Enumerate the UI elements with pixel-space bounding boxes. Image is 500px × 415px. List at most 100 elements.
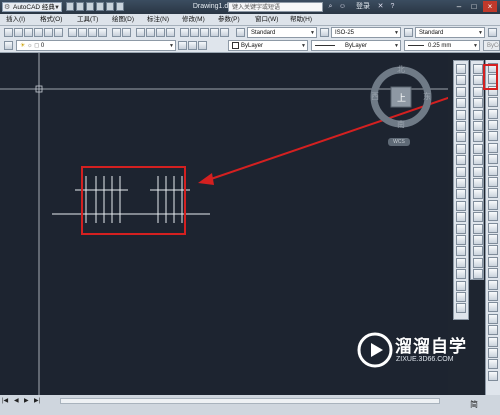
layer-previous-icon[interactable] (188, 41, 197, 50)
move-icon[interactable] (456, 121, 466, 131)
exchange-icon[interactable]: ✕ (376, 2, 385, 11)
menu-format[interactable]: 格式(O) (40, 14, 62, 25)
erase-icon[interactable] (456, 64, 466, 74)
join-icon[interactable] (456, 212, 466, 223)
tool-9-icon[interactable] (488, 154, 498, 165)
offset-icon[interactable] (456, 98, 466, 109)
workspace-switcher[interactable]: ⚙ AutoCAD 经典 ▼ (2, 2, 62, 12)
new-icon[interactable] (66, 2, 74, 11)
horizontal-scrollbar[interactable] (60, 398, 440, 404)
menu-parametric[interactable]: 参数(P) (218, 14, 240, 25)
help-icon[interactable] (220, 28, 229, 37)
polygon-icon[interactable] (473, 98, 483, 109)
viewcube-top-label[interactable]: 上 (397, 91, 406, 104)
make-block-icon[interactable] (473, 200, 483, 211)
rotate-icon[interactable] (456, 132, 466, 143)
save-icon[interactable] (24, 28, 33, 37)
design-center-icon[interactable] (190, 28, 199, 37)
cut-icon[interactable] (68, 28, 77, 37)
ellipse-arc-icon[interactable] (473, 178, 483, 188)
tool-14-icon[interactable] (488, 211, 498, 222)
tool-19-icon[interactable] (488, 268, 498, 279)
multiline-text-icon[interactable] (473, 269, 483, 280)
tool-23-icon[interactable] (488, 313, 498, 324)
layer-states-icon[interactable] (198, 41, 207, 50)
tool-6-icon[interactable] (488, 120, 498, 130)
menu-dimension[interactable]: 标注(N) (147, 14, 169, 25)
text-style-select[interactable]: Standard ▼ (247, 27, 317, 38)
tool-22-icon[interactable] (488, 302, 498, 313)
fillet-icon[interactable] (456, 235, 466, 245)
tool-10-icon[interactable] (488, 165, 498, 176)
maximize-button[interactable]: □ (467, 1, 481, 12)
nav-first-icon[interactable]: |◀ (2, 397, 8, 406)
lengthen-icon[interactable] (456, 257, 466, 268)
revision-cloud-icon[interactable] (473, 143, 483, 154)
paste-icon[interactable] (88, 28, 97, 37)
tool-17-icon[interactable] (488, 245, 498, 256)
search-icon[interactable]: ⌕ (326, 2, 335, 11)
properties-icon[interactable] (180, 28, 189, 37)
dim-style-icon[interactable] (320, 28, 329, 37)
wcs-menu[interactable]: WCS (388, 138, 410, 146)
line-icon[interactable] (473, 64, 483, 74)
menu-tools[interactable]: 工具(T) (77, 14, 98, 25)
linetype-select[interactable]: ByLayer ▼ (311, 40, 401, 51)
nav-prev-icon[interactable]: ◀ (14, 397, 19, 406)
zoom-window-icon[interactable] (156, 28, 165, 37)
rectangle-icon[interactable] (473, 109, 483, 120)
close-button[interactable]: × (483, 1, 497, 12)
dim-style-select[interactable]: ISO-25 ▼ (331, 27, 401, 38)
blend-icon[interactable] (456, 280, 466, 291)
tool-21-icon[interactable] (488, 291, 498, 301)
pan-icon[interactable] (136, 28, 145, 37)
trim-icon[interactable] (456, 166, 466, 177)
undo-icon[interactable] (96, 2, 104, 11)
pedit-icon[interactable] (456, 292, 466, 302)
array-icon[interactable] (456, 109, 466, 120)
plot-style-select[interactable]: ByCo (483, 40, 500, 51)
zoom-previous-icon[interactable] (166, 28, 175, 37)
ellipse-icon[interactable] (473, 166, 483, 177)
break-at-point-icon[interactable] (456, 189, 466, 200)
tool-7-icon[interactable] (488, 131, 498, 142)
redo-icon[interactable] (106, 2, 114, 11)
multileader-style-icon[interactable] (488, 28, 497, 37)
input-language-indicator[interactable]: 简 (470, 399, 478, 410)
user-icon[interactable]: ☺ (338, 2, 347, 11)
viewcube-south[interactable]: 南 (397, 119, 405, 130)
tool-5-icon[interactable] (488, 108, 498, 119)
layer-properties-icon[interactable] (4, 41, 13, 50)
table-style-select[interactable]: Standard ▼ (415, 27, 485, 38)
sheet-set-icon[interactable] (210, 28, 219, 37)
tool-4-icon[interactable] (488, 97, 498, 108)
tool-11-icon[interactable] (488, 177, 498, 187)
circle-icon[interactable] (473, 132, 483, 143)
menu-window[interactable]: 窗口(W) (255, 14, 278, 25)
polyline-icon[interactable] (473, 86, 483, 97)
lineweight-select[interactable]: 0.25 mm ▼ (404, 40, 480, 51)
minimize-button[interactable]: – (452, 1, 466, 12)
stretch-icon[interactable] (456, 155, 466, 166)
viewcube-west[interactable]: 西 (371, 91, 379, 102)
break-icon[interactable] (456, 200, 466, 211)
point-icon[interactable] (473, 212, 483, 223)
copy-icon[interactable] (456, 75, 466, 86)
arc-icon[interactable] (473, 121, 483, 131)
undo-icon[interactable] (112, 28, 121, 37)
viewcube-north[interactable]: 北 (397, 64, 405, 75)
mirror-icon[interactable] (456, 86, 466, 97)
extend-icon[interactable] (456, 178, 466, 188)
align-icon[interactable] (456, 269, 466, 280)
construction-line-icon[interactable] (473, 75, 483, 86)
publish-icon[interactable] (54, 28, 63, 37)
make-current-layer-icon[interactable] (178, 41, 187, 50)
nav-next-icon[interactable]: ▶ (24, 397, 29, 406)
table-style-icon[interactable] (404, 28, 413, 37)
login-button[interactable]: 登录 (356, 2, 370, 12)
plot-icon[interactable] (116, 2, 124, 11)
explode-icon[interactable] (456, 246, 466, 257)
nav-last-icon[interactable]: ▶| (34, 397, 40, 406)
menu-help[interactable]: 帮助(H) (290, 14, 312, 25)
preview-icon[interactable] (44, 28, 53, 37)
